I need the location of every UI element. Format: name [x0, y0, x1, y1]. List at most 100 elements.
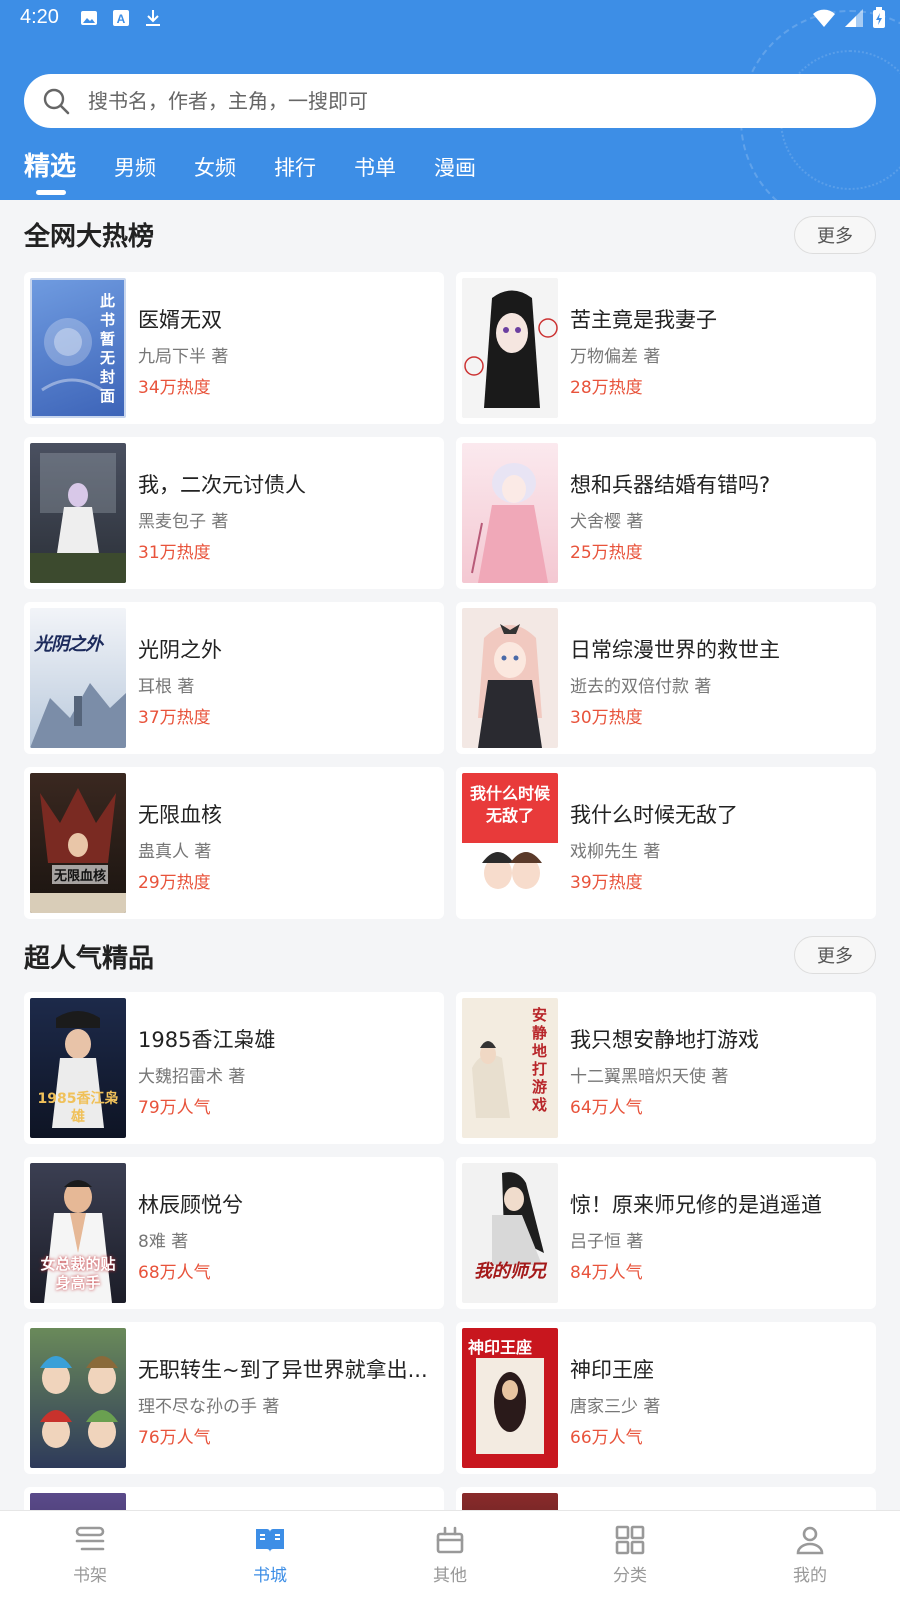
tab-comics[interactable]: 漫画 [434, 142, 476, 182]
book-heat: 25万热度 [570, 543, 643, 563]
image-icon [81, 11, 97, 25]
tab-female[interactable]: 女频 [194, 142, 236, 182]
book-heat: 34万热度 [138, 378, 211, 398]
search-bar[interactable] [24, 74, 876, 128]
section-title-hot: 全网大热榜 [24, 222, 155, 252]
svg-text:A: A [117, 12, 126, 26]
book-heat: 37万热度 [138, 708, 211, 728]
download-icon [146, 10, 160, 26]
book-author: 万物偏差 著 [570, 347, 661, 367]
book-author: 十二翼黑暗炽天使 著 [570, 1067, 729, 1087]
book-card[interactable]: 光阴之外 光阴之外 耳根 著 37万热度 [24, 602, 444, 754]
more-button-popular[interactable]: 更多 [794, 936, 876, 974]
tab-ranking[interactable]: 排行 [274, 142, 316, 182]
book-cover [30, 443, 126, 583]
book-cover [30, 1328, 126, 1468]
bookshelf-icon [75, 1526, 105, 1551]
cover-text: 我什么时候无敌了 [469, 784, 550, 825]
book-cover: 我什么时候无敌了 [462, 773, 558, 913]
book-cover: 女总裁的贴身高手 [30, 1163, 126, 1303]
book-cover: 神印王座 [462, 1328, 558, 1468]
book-cover: 1985香江枭雄 [30, 998, 126, 1138]
tab-booklist[interactable]: 书单 [354, 142, 396, 182]
book-card[interactable]: 女总裁的贴身高手 林辰顾悦兮 8难 著 68万人气 [24, 1157, 444, 1309]
grid-icon [615, 1525, 645, 1555]
search-icon [43, 88, 70, 115]
book-cover: 无限血核 [30, 773, 126, 913]
book-card[interactable]: 日常综漫世界的救世主 逝去的双倍付款 著 30万热度 [456, 602, 876, 754]
book-author: 大魏招雷术 著 [138, 1067, 246, 1087]
battery-icon [873, 7, 885, 28]
book-author: 戏柳先生 著 [570, 842, 661, 862]
book-card[interactable]: 安静地打游戏 我只想安静地打游戏 十二翼黑暗炽天使 著 64万人气 [456, 992, 876, 1144]
user-icon [796, 1526, 824, 1555]
nav-bookshelf[interactable]: 书架 [0, 1511, 180, 1600]
status-time: 4:20 [20, 6, 59, 28]
nav-profile[interactable]: 我的 [720, 1511, 900, 1600]
book-heat: 30万热度 [570, 708, 643, 728]
book-title: 无限血核 [138, 803, 222, 827]
book-title: 我什么时候无敌了 [570, 803, 738, 827]
bottom-navigation: 书架 书城 其他 分类 我的 [0, 1510, 900, 1600]
cover-text: 此书暂无封面 [100, 292, 116, 405]
book-heat: 66万人气 [570, 1428, 643, 1448]
book-card[interactable]: 我的师兄 惊！原来师兄修的是逍遥道 吕子恒 著 84万人气 [456, 1157, 876, 1309]
cover-text: 神印王座 [468, 1338, 533, 1357]
book-title: 苦主竟是我妻子 [570, 308, 717, 332]
book-cover: 我的师兄 [462, 1163, 558, 1303]
book-card[interactable]: 我什么时候无敌了 我什么时候无敌了 戏柳先生 著 39万热度 [456, 767, 876, 919]
signal-icon [845, 9, 863, 27]
cover-text: 光阴之外 [34, 634, 103, 655]
book-author: 黑麦包子 著 [138, 512, 229, 532]
search-input[interactable] [88, 89, 788, 113]
gift-icon [436, 1526, 464, 1554]
book-card[interactable]: 此书暂无封面 医婿无双 九局下半 著 34万热度 [24, 272, 444, 424]
book-cover: 此书暂无封面 [30, 278, 126, 418]
nav-label: 书城 [253, 1566, 287, 1586]
book-author: 8难 著 [138, 1232, 189, 1252]
book-author: 逝去的双倍付款 著 [570, 677, 712, 697]
book-author: 唐家三少 著 [570, 1397, 661, 1417]
book-heat: 31万热度 [138, 543, 211, 563]
book-card[interactable]: 神印王座 神印王座 唐家三少 著 66万人气 [456, 1322, 876, 1474]
book-title: 惊！原来师兄修的是逍遥道 [570, 1193, 822, 1217]
book-card[interactable]: 1985香江枭雄 1985香江枭雄 大魏招雷术 著 79万人气 [24, 992, 444, 1144]
book-card[interactable]: 无限血核 无限血核 蛊真人 著 29万热度 [24, 767, 444, 919]
more-button-hot[interactable]: 更多 [794, 216, 876, 254]
book-title: 我只想安静地打游戏 [570, 1028, 759, 1052]
book-card[interactable]: 苦主竟是我妻子 万物偏差 著 28万热度 [456, 272, 876, 424]
book-title: 林辰顾悦兮 [138, 1193, 243, 1217]
book-card[interactable]: 无职转生~到了异世界就拿出... 理不尽な孙の手 著 76万人气 [24, 1322, 444, 1474]
section-title-popular: 超人气精品 [24, 944, 155, 974]
category-tabs: 精选 男频 女频 排行 书单 漫画 [24, 142, 514, 200]
book-author: 耳根 著 [138, 677, 195, 697]
tab-male[interactable]: 男频 [114, 142, 156, 182]
cover-text: 安静地打游戏 [532, 1006, 548, 1114]
nav-other[interactable]: 其他 [360, 1511, 540, 1600]
nav-label: 分类 [613, 1566, 647, 1586]
nav-bookstore[interactable]: 书城 [180, 1511, 360, 1600]
header: 4:20 A 精选 男频 女频 排行 书单 漫画 [0, 0, 900, 200]
book-cover [462, 443, 558, 583]
status-bar: 4:20 A [0, 0, 900, 38]
font-icon: A [113, 10, 129, 26]
cover-text: 女总裁的贴身高手 [40, 1255, 116, 1292]
book-card[interactable]: 想和兵器结婚有错吗? 犬舍樱 著 25万热度 [456, 437, 876, 589]
book-heat: 64万人气 [570, 1098, 643, 1118]
cover-text: 无限血核 [52, 865, 109, 884]
book-cover: 安静地打游戏 [462, 998, 558, 1138]
book-author: 理不尽な孙の手 著 [138, 1397, 280, 1417]
tab-selected[interactable]: 精选 [24, 142, 76, 195]
nav-category[interactable]: 分类 [540, 1511, 720, 1600]
book-heat: 29万热度 [138, 873, 211, 893]
book-title: 神印王座 [570, 1358, 654, 1382]
book-title: 我，二次元讨债人 [138, 473, 306, 497]
book-title: 想和兵器结婚有错吗? [570, 473, 771, 497]
nav-label: 我的 [793, 1566, 827, 1586]
book-cover [462, 278, 558, 418]
book-title: 光阴之外 [138, 638, 222, 662]
book-store-icon [256, 1529, 284, 1552]
book-title: 1985香江枭雄 [138, 1028, 276, 1052]
book-card[interactable]: 我，二次元讨债人 黑麦包子 著 31万热度 [24, 437, 444, 589]
book-heat: 28万热度 [570, 378, 643, 398]
